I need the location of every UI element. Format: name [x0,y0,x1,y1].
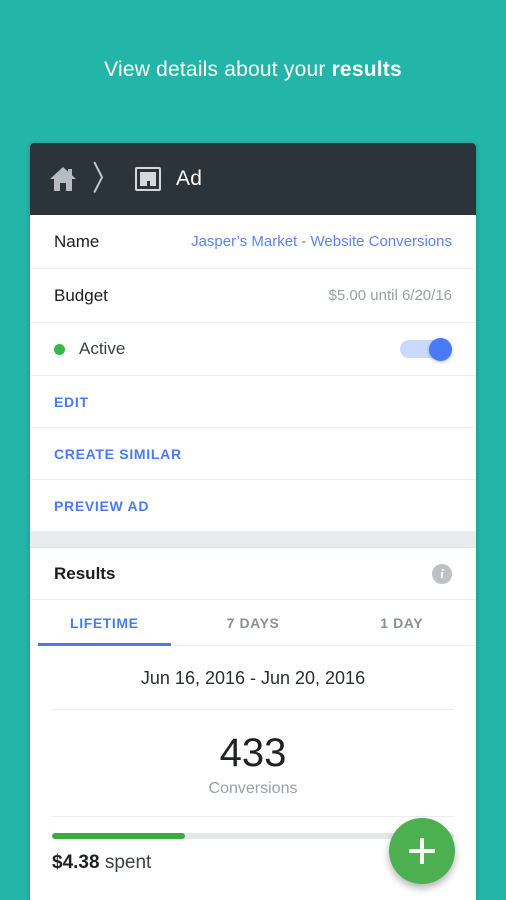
status-toggle[interactable] [400,338,452,361]
results-title: Results [54,563,116,583]
add-button[interactable] [389,818,455,884]
metric-label: Conversions [208,780,298,797]
ad-layout-icon [135,167,161,191]
home-icon[interactable] [50,167,76,191]
budget-label: Budget [54,285,108,305]
spend-suffix: spent [99,852,152,873]
status-label: Active [79,339,126,358]
results-header: Results i [30,548,476,600]
edit-action-label: EDIT [54,393,89,410]
row-status: Active [30,323,476,376]
tab-1-day-label: 1 DAY [380,614,424,631]
screen: View details about your results 〉 Ad Nam… [0,0,506,900]
name-value[interactable]: Jasper’s Market - Website Conversions [191,233,452,250]
breadcrumb: 〉 Ad [30,143,476,215]
name-label: Name [54,231,100,251]
chevron-right-icon: 〉 [92,159,119,199]
tab-7-days[interactable]: 7 DAYS [179,600,328,645]
tab-1-day[interactable]: 1 DAY [327,600,476,645]
results-tabs: LIFETIME 7 DAYS 1 DAY [30,600,476,646]
headline-prefix: View details about your [104,58,332,81]
create-similar-action-label: CREATE SIMILAR [54,445,182,462]
preview-ad-action[interactable]: PREVIEW AD [30,480,476,532]
create-similar-action[interactable]: CREATE SIMILAR [30,428,476,480]
info-icon[interactable]: i [432,563,452,584]
toggle-thumb [429,338,452,361]
section-divider [30,532,476,548]
headline-emphasis: results [331,58,402,81]
spend-amount: $4.38 [52,852,100,873]
metric-block: 433 Conversions [30,710,476,816]
tab-lifetime-label: LIFETIME [70,614,139,631]
tab-lifetime[interactable]: LIFETIME [30,600,179,646]
budget-value: $5.00 until 6/20/16 [328,287,452,304]
ad-detail-card: 〉 Ad Name Jasper’s Market - Website Conv… [30,143,476,900]
spend-progress-fill [52,833,185,839]
status-dot-icon [54,343,65,355]
row-name[interactable]: Name Jasper’s Market - Website Conversio… [30,215,476,269]
page-headline: View details about your results [0,58,506,82]
breadcrumb-title: Ad [176,167,203,190]
metric-value: 433 [219,731,287,775]
edit-action[interactable]: EDIT [30,376,476,428]
date-range: Jun 16, 2016 - Jun 20, 2016 [140,668,366,688]
tab-7-days-label: 7 DAYS [226,614,280,631]
row-budget[interactable]: Budget $5.00 until 6/20/16 [30,269,476,323]
preview-ad-action-label: PREVIEW AD [54,497,150,514]
